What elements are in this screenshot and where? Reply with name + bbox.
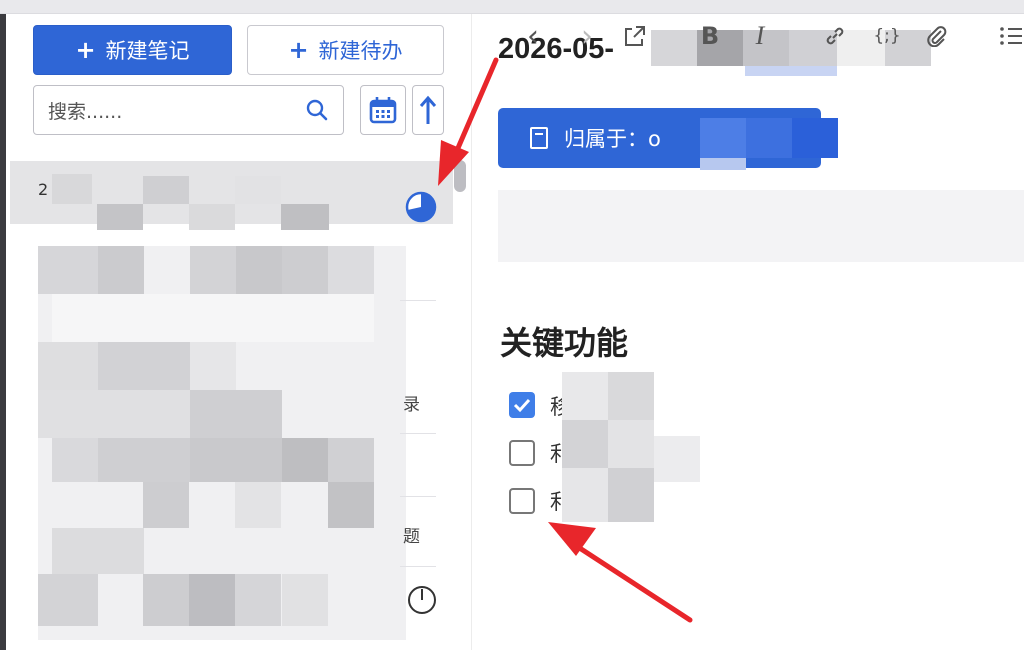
task-checkbox[interactable]	[509, 488, 535, 514]
link-icon	[826, 27, 844, 45]
external-link-icon	[625, 26, 645, 46]
scrollbar-thumb[interactable]	[454, 160, 466, 192]
search-input[interactable]: 搜索......	[48, 97, 305, 124]
plus-icon: +	[75, 36, 96, 64]
plus-icon: +	[288, 36, 309, 64]
list-button[interactable]	[996, 0, 1024, 72]
list-item-fragment: 录	[403, 395, 420, 415]
editor-toolbar	[498, 190, 1024, 262]
clock-icon[interactable]	[406, 584, 438, 616]
new-todo-label: 新建待办	[318, 39, 403, 63]
belongs-to-label: 归属于：o	[564, 127, 661, 151]
calendar-icon	[369, 97, 397, 124]
new-note-button[interactable]: + 新建笔记	[33, 25, 232, 75]
attach-button[interactable]	[920, 0, 954, 72]
arrow-up-icon	[419, 95, 437, 124]
calendar-button[interactable]	[360, 85, 406, 135]
list-item-title: 2	[38, 180, 49, 199]
bold-button[interactable]: B	[695, 0, 725, 72]
bullet-list-icon	[1000, 27, 1022, 45]
paperclip-icon	[927, 26, 947, 47]
new-todo-button[interactable]: + 新建待办	[247, 25, 444, 75]
list-divider	[400, 433, 436, 434]
search-icon[interactable]	[305, 98, 329, 122]
link-button[interactable]	[818, 0, 852, 72]
section-heading: 关键功能	[500, 324, 629, 362]
task-checkbox[interactable]	[509, 440, 535, 466]
sort-button[interactable]	[412, 85, 444, 135]
list-divider	[400, 300, 436, 301]
list-divider	[400, 566, 436, 567]
notebook-icon	[530, 127, 548, 149]
search-box[interactable]: 搜索......	[33, 85, 344, 135]
forward-button[interactable]: ›	[572, 0, 602, 72]
code-button[interactable]: {;}	[868, 0, 906, 72]
check-icon	[513, 398, 531, 413]
italic-button[interactable]: I	[745, 0, 775, 72]
list-divider	[400, 496, 436, 497]
pie-clock-icon[interactable]	[404, 190, 438, 224]
task-checkbox[interactable]	[509, 392, 535, 418]
new-note-label: 新建笔记	[105, 39, 190, 63]
open-external-button[interactable]	[620, 0, 650, 72]
back-button[interactable]: ‹	[518, 0, 548, 72]
list-item-fragment: 题	[403, 527, 420, 547]
